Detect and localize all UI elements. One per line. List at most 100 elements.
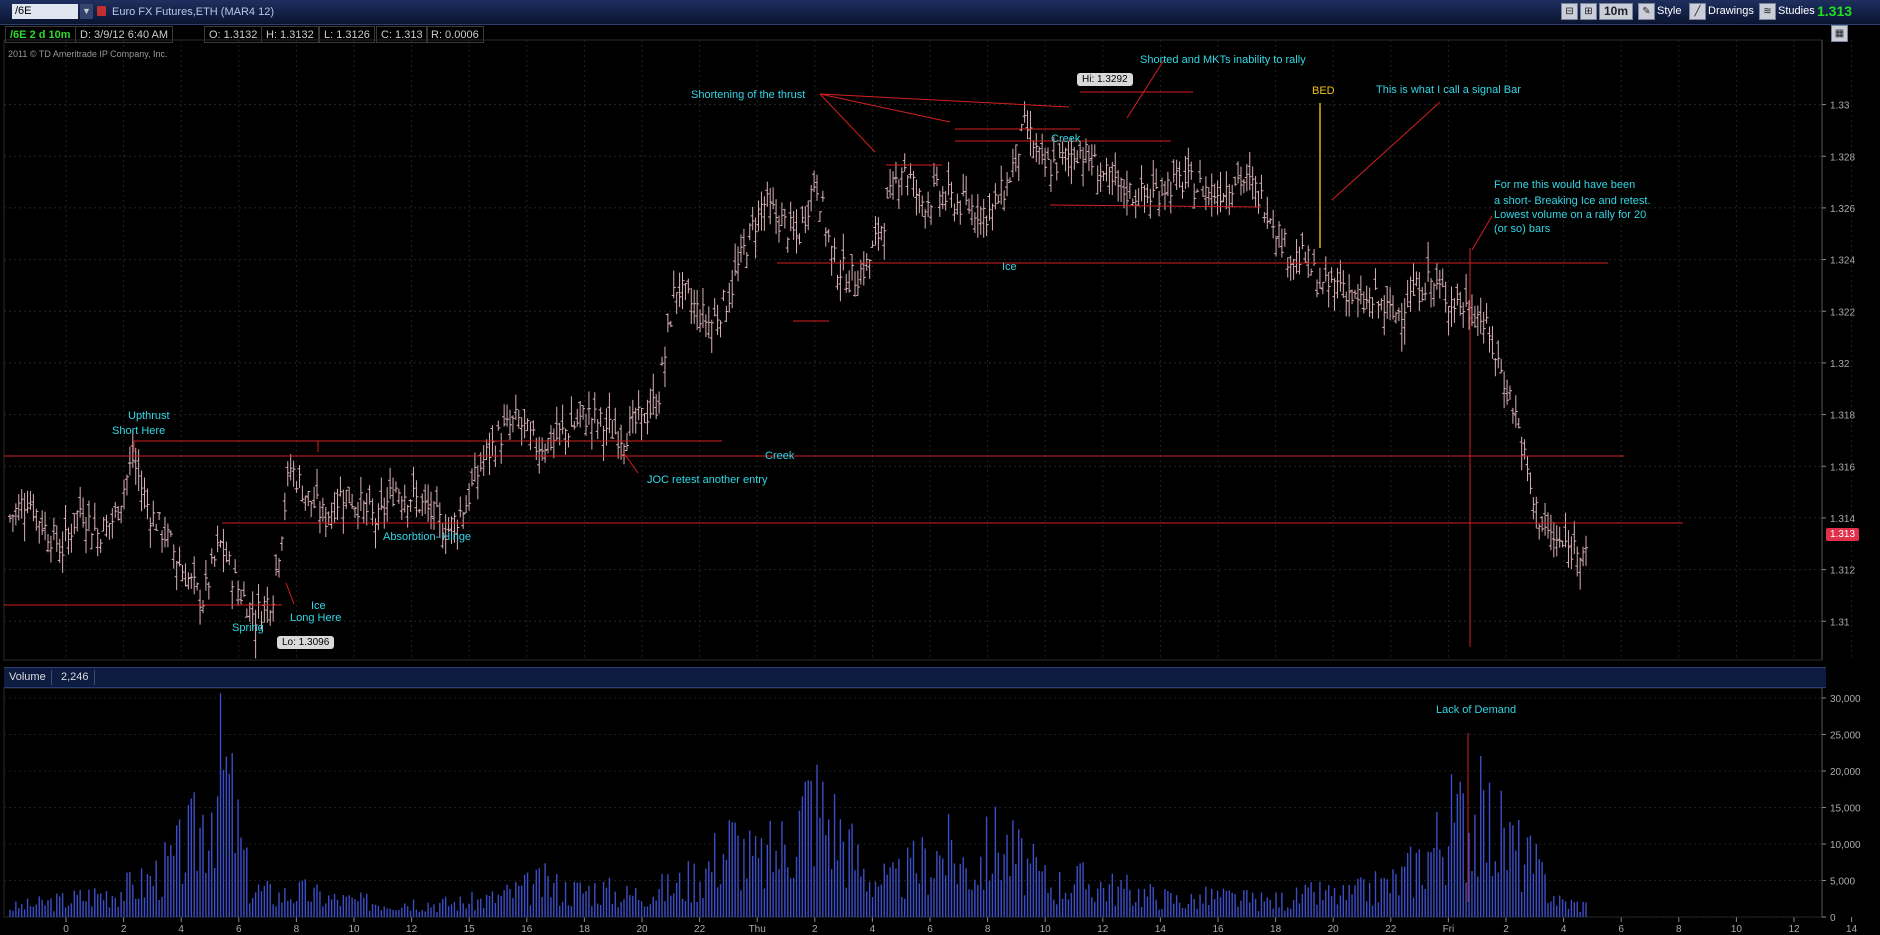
volume-tick-label: 5,000 [1830,877,1855,888]
absorbtion-label: Absorbtion- Hinge [383,531,472,543]
x-tick-label: Thu [749,924,766,935]
x-tick-label: 15 [464,924,476,935]
shorted-arrow [1126,59,1165,119]
price-tick-label: 1.324 [1830,256,1855,267]
volume-frame [3,687,1823,918]
interval-selector[interactable]: 10m [1599,3,1633,20]
volume-label: Volume [4,670,52,685]
price-tick-label: 1.316 [1830,462,1855,473]
x-tick-label: 20 [1328,924,1340,935]
last-price: 1.313 [1817,3,1853,19]
price-tick-label: 1.318 [1830,411,1855,422]
lower-support-line [1049,204,1262,208]
chart-toolbar: /6E ▼ Euro FX Futures,ETH (MAR4 12) ⊟ ⊞ … [0,0,1880,25]
price-tick-label: 1.33 [1830,101,1850,112]
volume-panel-header: Volume 2,246 [4,667,1826,688]
price-tick-label: 1.314 [1830,514,1855,525]
volume-tick-label: 30,000 [1830,694,1861,705]
x-tick-label: 16 [521,924,533,935]
creek-mid-label: Creek [765,450,795,462]
x-tick-label: 12 [1788,924,1800,935]
price-tick-label: 1.322 [1830,307,1855,318]
studies-icon[interactable]: ≋ [1759,3,1776,20]
short-here-label: Short Here [112,425,166,437]
x-tick-label: 8 [294,924,300,935]
x-tick-label: 22 [1385,924,1397,935]
x-tick-label: 8 [985,924,991,935]
x-tick-label: 10 [1040,924,1052,935]
studies-button[interactable]: Studies [1778,3,1815,20]
volume-tick-label: 20,000 [1830,767,1861,778]
zoom-out-icon[interactable]: ⊟ [1561,3,1578,20]
chart-title: Euro FX Futures,ETH (MAR4 12) [112,6,274,18]
x-tick-label: 12 [1097,924,1109,935]
thrust-arrow-2 [819,93,951,123]
lack-demand-label: Lack of Demand [1436,704,1517,716]
x-tick-label: 18 [579,924,591,935]
for-me-line-4: (or so) bars [1494,223,1551,235]
info-symbol-period: /6E 2 d 10m [5,26,76,43]
x-tick-label: 2 [121,924,127,935]
signal-arrow [1331,101,1441,201]
x-tick-label: 14 [1846,924,1858,935]
info-open: O: 1.3132 [204,26,263,43]
x-tick-label: 10 [348,924,360,935]
price-tick-label: 1.328 [1830,152,1855,163]
joc-arrow [622,451,639,474]
copyright: 2011 © TD Ameritrade IP Company, Inc. [8,49,168,59]
for-me-line-2: a short- Breaking Ice and retest. [1494,195,1651,207]
x-tick-label: 18 [1270,924,1282,935]
info-range: R: 0.0006 [426,26,484,43]
ice-left-label: Ice [311,600,326,612]
style-button[interactable]: Style [1657,3,1681,20]
volume-tick-label: 0 [1830,913,1836,924]
for-me-arrow [1471,215,1493,251]
bed-label: BED [1312,85,1335,97]
x-tick-label: 4 [178,924,184,935]
price-bars [8,101,1588,659]
volume-tick-label: 25,000 [1830,731,1861,742]
x-tick-label: 4 [870,924,876,935]
price-tag: 1.313 [1826,528,1860,541]
spring-label: Spring [232,622,264,634]
style-icon[interactable]: ✎ [1638,3,1655,20]
ice-left-arrow [285,582,295,605]
x-tick-label: 4 [1561,924,1567,935]
lo-label: Lo: 1.3096 [277,636,335,649]
shorted-label: Shorted and MKTs inability to rally [1140,54,1306,66]
price-chart: 1.331.3281.3261.3241.3221.321.3181.3161.… [3,39,1861,935]
for-me-line-3: Lowest volume on a rally for 20 [1494,209,1647,221]
for-me-line-1: For me this would have been [1494,179,1636,191]
price-frame [3,39,1823,661]
x-tick-label: 22 [694,924,706,935]
price-tick-label: 1.312 [1830,566,1855,577]
volume-tick-label: 10,000 [1830,840,1861,851]
x-tick-label: 12 [406,924,418,935]
symbol-dropdown-icon[interactable]: ▼ [80,4,93,19]
info-close: C: 1.313 [376,26,428,43]
chart-settings-icon[interactable]: ▦ [1831,25,1848,42]
long-here-label: Long Here [290,612,342,624]
x-tick-label: 2 [812,924,818,935]
drawings-icon[interactable]: ╱ [1689,3,1706,20]
price-tick-label: 1.31 [1830,617,1850,628]
upthrust-label: Upthrust [128,410,170,422]
x-tick-label: 6 [1618,924,1624,935]
annotation-lines [4,59,1683,902]
drawings-button[interactable]: Drawings [1708,3,1754,20]
x-tick-label: 0 [63,924,69,935]
x-tick-label: 6 [927,924,933,935]
volume-value: 2,246 [56,670,95,685]
symbol-input[interactable]: /6E [12,4,78,19]
x-tick-label: 14 [1155,924,1167,935]
x-tick-label: 16 [1212,924,1224,935]
creek-top-label: Creek [1051,133,1081,145]
info-date: D: 3/9/12 6:40 AM [75,26,174,43]
thrust-arrow-3 [819,93,1070,108]
volume-chart: 30,000 25,000 20,000 15,000 10,000 5,000 0 [3,687,1861,924]
info-low: L: 1.3126 [319,26,375,43]
hi-label: Hi: 1.3292 [1077,73,1133,86]
zoom-in-icon[interactable]: ⊞ [1580,3,1597,20]
x-tick-label: Fri [1443,924,1455,935]
thrust-arrow-1 [819,93,876,153]
